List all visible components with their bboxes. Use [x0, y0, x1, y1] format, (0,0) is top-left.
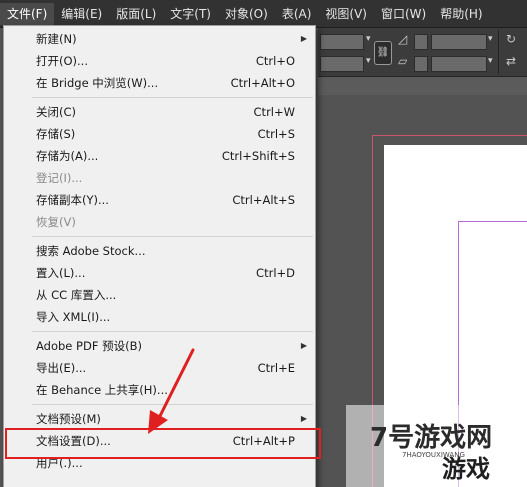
watermark: 7号游戏网 7HAOYOUXIWANG 游戏 [346, 405, 527, 487]
watermark-big: 游戏 [442, 455, 490, 483]
indesign-window: 文件(F) 编辑(E) 版面(L) 文字(T) 对象(O) 表(A) 视图(V)… [0, 0, 527, 487]
